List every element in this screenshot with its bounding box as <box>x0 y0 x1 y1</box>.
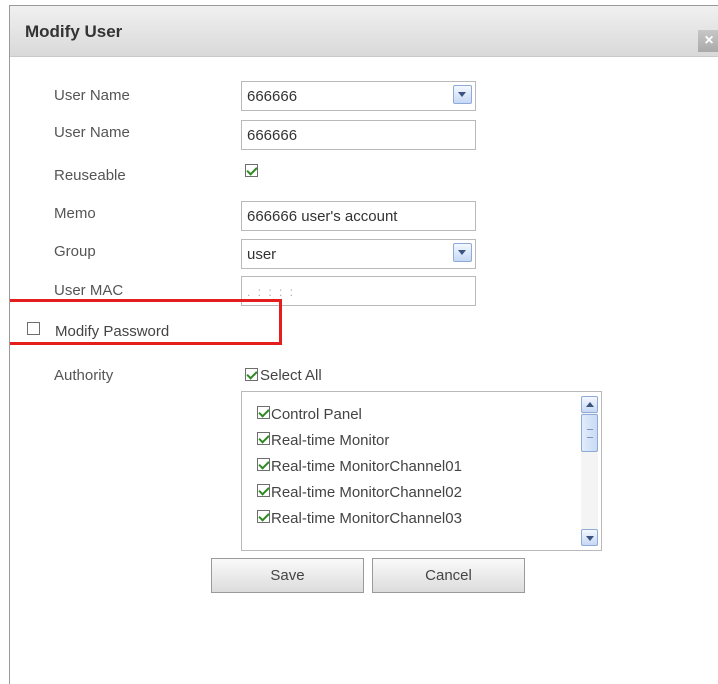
user-name-select-value: 666666 <box>247 88 298 105</box>
authority-item-label: Real-time Monitor <box>271 432 390 449</box>
authority-checkbox[interactable] <box>257 510 270 523</box>
chevron-down-icon[interactable] <box>453 85 472 104</box>
authority-checkbox[interactable] <box>257 458 270 471</box>
select-all-checkbox[interactable] <box>245 368 258 381</box>
scroll-down-icon[interactable] <box>581 529 598 546</box>
scroll-thumb[interactable] <box>581 414 598 452</box>
scroll-up-icon[interactable] <box>581 396 598 413</box>
user-name-select[interactable]: 666666 <box>241 81 476 111</box>
group-label: Group <box>54 243 96 260</box>
reuseable-checkbox[interactable] <box>245 164 258 177</box>
chevron-down-icon[interactable] <box>453 243 472 262</box>
group-select-value: user <box>247 246 277 263</box>
reuseable-label: Reuseable <box>54 167 126 184</box>
authority-item-label: Real-time MonitorChannel02 <box>271 484 462 501</box>
memo-field-value: 666666 user's account <box>247 208 398 225</box>
user-name-field[interactable]: 666666 <box>241 120 476 150</box>
authority-label: Authority <box>54 367 114 384</box>
user-name-field-value: 666666 <box>247 127 298 144</box>
save-button[interactable]: Save <box>211 558 364 593</box>
authority-checkbox[interactable] <box>257 406 270 419</box>
user-mac-label: User MAC <box>54 282 124 299</box>
user-mac-value: . : : : : <box>247 285 296 299</box>
close-icon[interactable]: × <box>698 30 718 52</box>
list-scrollbar[interactable] <box>581 396 598 546</box>
group-select[interactable]: user <box>241 239 476 269</box>
select-all-label[interactable]: Select All <box>260 367 322 384</box>
dialog-titlebar: Modify User × <box>10 6 718 57</box>
authority-item-label: Real-time MonitorChannel03 <box>271 510 462 527</box>
cancel-button[interactable]: Cancel <box>372 558 525 593</box>
authority-list[interactable]: Control Panel Real-time Monitor Real-tim… <box>241 391 602 551</box>
highlight-box <box>10 299 282 345</box>
memo-label: Memo <box>54 205 96 222</box>
user-name-field-label: User Name <box>54 124 130 141</box>
modify-user-dialog: Modify User × User Name 666666 User Name… <box>9 5 718 684</box>
dialog-title: Modify User <box>25 22 123 41</box>
authority-item-label: Control Panel <box>271 406 362 423</box>
authority-checkbox[interactable] <box>257 432 270 445</box>
authority-item-label: Real-time MonitorChannel01 <box>271 458 462 475</box>
authority-checkbox[interactable] <box>257 484 270 497</box>
user-name-select-label: User Name <box>54 87 130 104</box>
memo-field[interactable]: 666666 user's account <box>241 201 476 231</box>
